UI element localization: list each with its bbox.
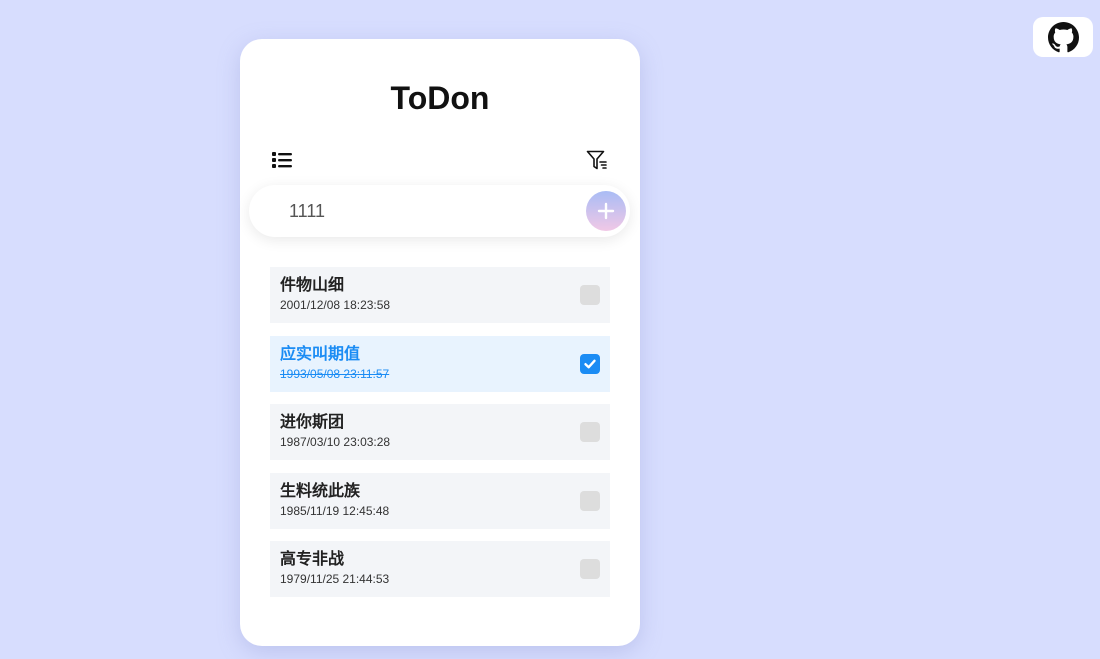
- todo-name: 生料统此族: [280, 480, 361, 500]
- todo-checkbox[interactable]: [580, 285, 600, 305]
- todo-item[interactable]: 进你斯团 1987/03/10 23:03:28: [270, 404, 610, 460]
- app-title: ToDon: [390, 80, 490, 116]
- todo-date: 1987/03/10 23:03:28: [280, 435, 391, 449]
- todo-name: 高专非战: [280, 549, 345, 568]
- add-todo-button[interactable]: [586, 191, 626, 231]
- todo-name: 应实叫期值: [280, 343, 361, 363]
- todo-date: 1985/11/19 12:45:48: [280, 503, 390, 518]
- filter-button[interactable]: [585, 148, 609, 172]
- github-link[interactable]: [1033, 17, 1093, 57]
- checkmark-icon: [584, 359, 596, 368]
- todo-list: 件物山细 2001/12/08 18:23:58 应实叫期值 1993/05/0…: [270, 267, 610, 610]
- list-icon: [272, 151, 292, 169]
- todo-item[interactable]: 高专非战 1979/11/25 21:44:53: [270, 541, 610, 597]
- todo-checkbox[interactable]: [580, 490, 600, 511]
- todo-name: 进你斯团: [280, 412, 345, 431]
- todo-name: 件物山细: [280, 275, 345, 294]
- todo-item[interactable]: 应实叫期值 1993/05/08 23:11:57: [270, 335, 610, 392]
- todo-card: ToDon 1111 件物山细 2001/12/08 18:23:58 应实叫期…: [240, 39, 640, 646]
- plus-icon: [597, 202, 615, 220]
- todo-date: 2001/12/08 18:23:58: [280, 298, 391, 312]
- new-todo-input[interactable]: [289, 197, 569, 225]
- todo-item[interactable]: 生料统此族 1985/11/19 12:45:48: [270, 472, 610, 529]
- todo-checkbox[interactable]: [580, 422, 600, 442]
- filter-icon: [586, 149, 608, 171]
- list-view-button[interactable]: [270, 148, 294, 172]
- todo-checkbox[interactable]: [580, 559, 600, 579]
- todo-item[interactable]: 件物山细 2001/12/08 18:23:58: [270, 267, 610, 323]
- todo-date: 1979/11/25 21:44:53: [280, 572, 390, 586]
- todo-date: 1993/05/08 23:11:57: [280, 366, 390, 381]
- new-todo-bar: [249, 185, 630, 237]
- todo-checkbox[interactable]: [580, 353, 600, 374]
- github-icon: [1047, 21, 1079, 53]
